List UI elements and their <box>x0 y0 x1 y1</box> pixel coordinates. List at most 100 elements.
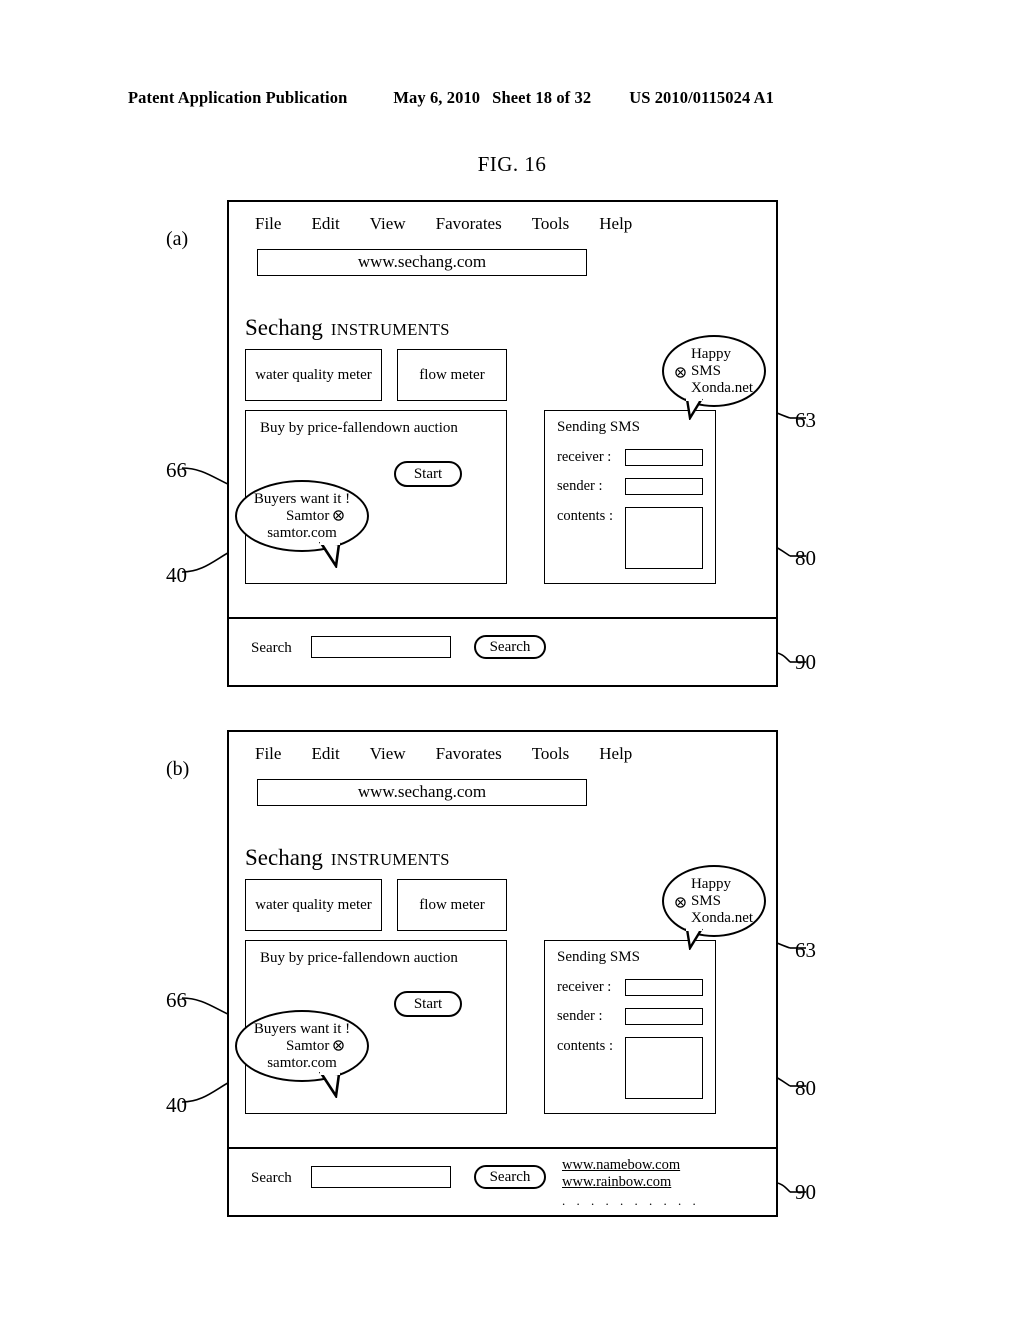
sms-panel-title-a: Sending SMS <box>557 419 640 435</box>
site-title-a: Sechang INSTRUMENTS <box>245 315 450 341</box>
sms-contents-label: contents : <box>557 508 613 524</box>
search-button-b[interactable]: Search <box>474 1165 546 1189</box>
search-label-b: Search <box>251 1170 292 1186</box>
sms-contents-textarea-b[interactable] <box>625 1037 703 1099</box>
auction-start-button-b[interactable]: Start <box>394 991 462 1017</box>
sms-sender-label: sender : <box>557 478 603 494</box>
menu-item-edit[interactable]: Edit <box>311 214 339 234</box>
address-bar-a[interactable]: www.sechang.com <box>257 249 587 276</box>
sms-ad-line-3: Xonda.net <box>690 379 754 396</box>
menu-item-file[interactable]: File <box>255 214 281 234</box>
ref-numeral-90-a: 90 <box>795 650 816 674</box>
auction-ad-bubble-tail-b <box>319 1072 341 1098</box>
sms-ad-bubble-tail-a <box>685 398 704 420</box>
menu-bar-a: File Edit View Favorates Tools Help <box>255 214 632 234</box>
browser-window-a: File Edit View Favorates Tools Help www.… <box>227 200 778 687</box>
ref-numeral-90-b: 90 <box>795 1180 816 1204</box>
browser-window-b: File Edit View Favorates Tools Help www.… <box>227 730 778 1217</box>
auction-ad-line-2: Samtor <box>286 507 330 524</box>
circled-x-icon <box>675 366 686 378</box>
search-result-link[interactable]: www.namebow.com <box>562 1157 700 1174</box>
figure-title: FIG. 16 <box>477 152 547 176</box>
menu-item-tools[interactable]: Tools <box>532 744 570 764</box>
patent-number: US 2010/0115024 A1 <box>629 88 775 107</box>
auction-ad-line-3: samtor.com <box>267 1054 337 1071</box>
auction-ad-bubble-a[interactable]: Buyers want it ! Samtor samtor.com <box>235 480 369 552</box>
sms-row-contents-a: contents : <box>557 507 703 569</box>
publication-label: Patent Application Publication <box>128 88 348 107</box>
ref-numeral-40-a: 40 <box>166 563 187 587</box>
flow-meter-button-b[interactable]: flow meter <box>397 879 507 931</box>
auction-ad-line-1: Buyers want it ! <box>253 490 351 507</box>
search-strip-a: Search Search <box>229 617 776 685</box>
sms-ad-bubble-b[interactable]: Happy SMS Xonda.net <box>662 865 766 937</box>
sms-row-sender-a: sender : <box>557 478 703 495</box>
menu-item-edit[interactable]: Edit <box>311 744 339 764</box>
menu-item-favorates[interactable]: Favorates <box>436 214 502 234</box>
sms-sender-input-b[interactable] <box>625 1008 703 1025</box>
auction-title-a: Buy by price-fallendown auction <box>260 420 458 436</box>
menu-item-favorates[interactable]: Favorates <box>436 744 502 764</box>
sms-row-sender-b: sender : <box>557 1008 703 1025</box>
publication-header: Patent Application Publication May 6, 20… <box>128 88 888 108</box>
ref-numeral-66-a: 66 <box>166 458 187 482</box>
sms-row-receiver-a: receiver : <box>557 449 703 466</box>
circled-x-icon <box>333 1039 344 1051</box>
ref-numeral-80-a: 80 <box>795 546 816 570</box>
search-button-a[interactable]: Search <box>474 635 546 659</box>
ref-numeral-63-a: 63 <box>795 408 816 432</box>
ref-numeral-80-b: 80 <box>795 1076 816 1100</box>
search-results-b: www.namebow.com www.rainbow.com . . . . … <box>562 1157 700 1209</box>
circled-x-icon <box>675 896 686 908</box>
address-bar-b[interactable]: www.sechang.com <box>257 779 587 806</box>
sms-receiver-input-b[interactable] <box>625 979 703 996</box>
sms-ad-line-1: Happy <box>690 345 731 362</box>
auction-ad-line-2: Samtor <box>286 1037 330 1054</box>
figure-letter-a: (a) <box>166 228 189 250</box>
menu-item-view[interactable]: View <box>370 214 406 234</box>
sheet-number: Sheet 18 of 32 <box>492 88 592 107</box>
menu-bar-b: File Edit View Favorates Tools Help <box>255 744 632 764</box>
site-brand-subtitle: INSTRUMENTS <box>330 850 450 869</box>
search-strip-b: Search Search www.namebow.com www.rainbo… <box>229 1147 776 1215</box>
auction-ad-bubble-tail-a <box>319 542 341 568</box>
search-input-b[interactable] <box>311 1166 451 1188</box>
ref-numeral-66-b: 66 <box>166 988 187 1012</box>
sms-ad-line-2: SMS <box>690 362 721 379</box>
ref-numeral-63-b: 63 <box>795 938 816 962</box>
sms-ad-line-2: SMS <box>690 892 721 909</box>
menu-item-tools[interactable]: Tools <box>532 214 570 234</box>
sms-row-contents-b: contents : <box>557 1037 703 1099</box>
search-input-a[interactable] <box>311 636 451 658</box>
menu-item-file[interactable]: File <box>255 744 281 764</box>
auction-title-b: Buy by price-fallendown auction <box>260 950 458 966</box>
sms-receiver-input-a[interactable] <box>625 449 703 466</box>
auction-start-button-a[interactable]: Start <box>394 461 462 487</box>
flow-meter-button-a[interactable]: flow meter <box>397 349 507 401</box>
search-result-link[interactable]: www.rainbow.com <box>562 1174 700 1191</box>
search-results-more: . . . . . . . . . . <box>562 1193 700 1208</box>
sms-ad-line-1: Happy <box>690 875 731 892</box>
site-brand-subtitle: INSTRUMENTS <box>330 320 450 339</box>
auction-ad-bubble-b[interactable]: Buyers want it ! Samtor samtor.com <box>235 1010 369 1082</box>
sms-receiver-label: receiver : <box>557 449 612 465</box>
water-quality-meter-button-a[interactable]: water quality meter <box>245 349 382 401</box>
site-brand: Sechang <box>245 315 323 340</box>
sms-panel-title-b: Sending SMS <box>557 949 640 965</box>
menu-item-help[interactable]: Help <box>599 214 632 234</box>
figure-letter-b: (b) <box>166 758 190 780</box>
ref-numeral-40-b: 40 <box>166 1093 187 1117</box>
sms-sender-input-a[interactable] <box>625 478 703 495</box>
menu-item-help[interactable]: Help <box>599 744 632 764</box>
site-title-b: Sechang INSTRUMENTS <box>245 845 450 871</box>
sms-sender-label: sender : <box>557 1008 603 1024</box>
sms-contents-textarea-a[interactable] <box>625 507 703 569</box>
sms-ad-bubble-a[interactable]: Happy SMS Xonda.net <box>662 335 766 407</box>
circled-x-icon <box>333 509 344 521</box>
sms-panel-b: Sending SMS receiver : sender : contents… <box>544 940 716 1114</box>
water-quality-meter-button-b[interactable]: water quality meter <box>245 879 382 931</box>
menu-item-view[interactable]: View <box>370 744 406 764</box>
sms-contents-label: contents : <box>557 1038 613 1054</box>
sms-ad-line-3: Xonda.net <box>690 909 754 926</box>
publication-date: May 6, 2010 <box>393 88 481 107</box>
